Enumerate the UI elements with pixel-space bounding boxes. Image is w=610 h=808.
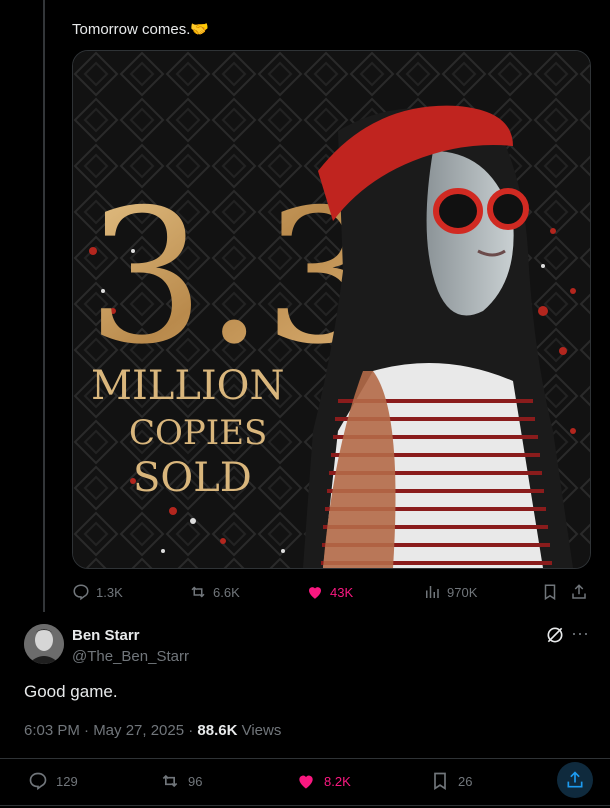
share-icon (572, 584, 586, 599)
reply-icon (29, 772, 47, 791)
promo-artwork: 3.3 MILLION COPIES SOLD (73, 51, 590, 568)
post-actions: 129 96 8.2K 26 (24, 768, 594, 794)
share-icon (567, 771, 583, 788)
million-text: MILLION (91, 363, 284, 409)
reply-button[interactable]: 129 (28, 768, 78, 794)
copies-text: COPIES (129, 413, 267, 453)
reply-button[interactable]: 1.3K (72, 581, 123, 603)
heart-filled-icon (299, 775, 313, 789)
share-button[interactable] (570, 581, 588, 603)
like-count: 8.2K (324, 773, 351, 789)
repost-button[interactable]: 96 (160, 768, 202, 794)
like-button[interactable]: 43K (306, 581, 353, 603)
bookmark-button[interactable] (541, 581, 559, 603)
quoted-post-actions: 1.3K 6.6K 43K 970K (72, 581, 592, 603)
post-views-count: 88.6K (197, 722, 238, 739)
repost-count: 96 (188, 773, 203, 789)
avatar-photo (24, 624, 64, 664)
views-icon (426, 586, 439, 598)
reply-count: 129 (56, 773, 78, 789)
repost-icon (191, 586, 205, 598)
author-handle[interactable]: @The_Ben_Starr (72, 648, 189, 665)
share-button[interactable] (557, 762, 593, 798)
reply-count: 1.3K (96, 584, 123, 600)
post-meta: 6:03 PM · May 27, 2025 · 88.6K Views (24, 722, 281, 739)
avatar[interactable] (24, 624, 64, 664)
repost-icon (162, 774, 178, 788)
divider (0, 758, 610, 759)
heart-filled-icon (309, 587, 321, 599)
like-button[interactable]: 8.2K (296, 768, 351, 794)
bookmark-count: 26 (458, 773, 473, 789)
quoted-post-text: Tomorrow comes.🤝 (72, 20, 209, 38)
views-count: 970K (447, 584, 478, 600)
bookmark-button[interactable]: 26 (430, 768, 472, 794)
post-views-label: Views (237, 722, 282, 739)
post-image[interactable]: 3.3 MILLION COPIES SOLD (72, 50, 591, 569)
repost-count: 6.6K (213, 584, 240, 600)
bookmark-icon (544, 584, 556, 601)
more-options-icon[interactable]: ··· (571, 624, 591, 644)
author-name[interactable]: Ben Starr (72, 627, 140, 644)
divider-bottom (0, 805, 610, 806)
grok-icon[interactable] (545, 625, 565, 645)
like-count: 43K (330, 584, 354, 600)
thread-line (43, 0, 45, 612)
post-timestamp[interactable]: 6:03 PM · May 27, 2025 · (24, 722, 197, 739)
quoted-post-text-content: Tomorrow comes. (72, 21, 191, 38)
post-text: Good game. (24, 682, 118, 701)
sold-text: SOLD (133, 455, 252, 501)
handshake-emoji: 🤝 (190, 21, 210, 38)
reply-icon (73, 584, 89, 601)
bookmark-icon (434, 772, 446, 791)
views-button[interactable]: 970K (423, 581, 477, 603)
repost-button[interactable]: 6.6K (189, 581, 240, 603)
